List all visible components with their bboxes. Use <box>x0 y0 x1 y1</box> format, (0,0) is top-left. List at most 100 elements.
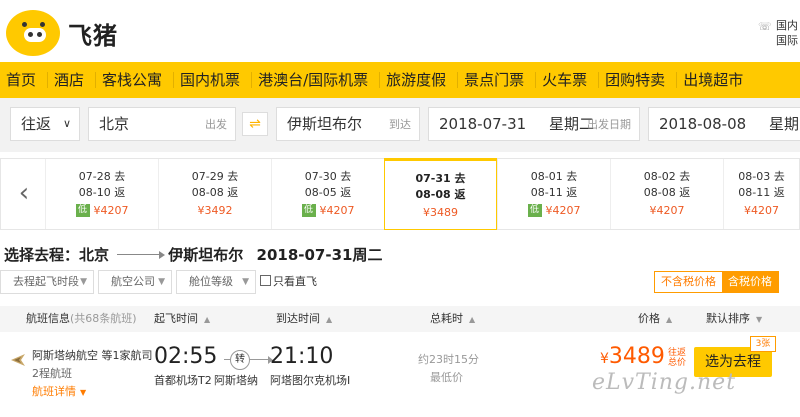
depart-hint: 出发日期 <box>587 118 631 131</box>
airline-logo-icon <box>11 354 25 366</box>
search-bar: 往返 ∨ 北京 出发 ⇌ 伊斯坦布尔 到达 2018-07-31 星期二 出发日… <box>0 98 800 152</box>
include-tax-button[interactable]: 含税价格 <box>722 272 778 292</box>
checkbox-icon <box>260 275 271 286</box>
go-date: 08-01 去 <box>530 170 578 183</box>
date-price: ¥4207 <box>744 204 779 217</box>
date-option[interactable]: 07-28 去 08-10 返 低 ¥4207 <box>45 159 158 229</box>
nav-vacation[interactable]: 旅游度假 <box>379 62 458 98</box>
direct-only-checkbox[interactable]: 只看直飞 <box>260 275 317 289</box>
return-weekday: 星期三 <box>768 115 800 133</box>
flight-duration: 约23时15分 <box>418 353 479 366</box>
chevron-down-icon: ▼ <box>80 277 87 287</box>
route-to: 伊斯坦布尔 <box>168 246 244 264</box>
col-duration-sort[interactable]: 总耗时 ▲ <box>430 306 475 333</box>
nav-inn[interactable]: 客栈公寓 <box>95 62 174 98</box>
arrive-time: 21:10 <box>270 344 334 369</box>
go-date: 07-29 去 <box>191 170 239 183</box>
from-city-input[interactable]: 北京 出发 <box>88 107 236 141</box>
low-price-badge: 低 <box>75 204 90 217</box>
flight-details-link[interactable]: 航班详情 ▼ <box>32 383 86 399</box>
nav-international-flights[interactable]: 港澳台/国际机票 <box>251 62 380 98</box>
return-date: 08-08 返 <box>415 188 466 201</box>
route-date: 2018-07-31周二 <box>256 246 383 264</box>
go-date: 07-31 去 <box>415 172 466 185</box>
date-option[interactable]: 08-01 去 08-11 返 低 ¥4207 <box>497 159 610 229</box>
date-price: ¥3492 <box>197 204 233 217</box>
col-price-label: 价格 <box>638 312 660 325</box>
col-price-sort[interactable]: 价格 ▲ <box>638 306 672 333</box>
col-depart-sort[interactable]: 起飞时间 ▲ <box>154 306 210 333</box>
trip-type-value: 往返 <box>21 115 52 133</box>
flight-segments: 2程航班 <box>32 367 72 380</box>
hotline[interactable]: ☏ 国内 国际 <box>758 18 800 48</box>
date-option[interactable]: 08-02 去 08-08 返 ¥4207 <box>610 159 723 229</box>
swap-cities-icon[interactable]: ⇌ <box>242 112 268 136</box>
pig-logo-icon <box>6 10 60 56</box>
col-arrive-sort[interactable]: 到达时间 ▲ <box>276 306 332 333</box>
seats-left-badge: 3张 <box>750 336 776 352</box>
to-hint: 到达 <box>389 118 411 131</box>
chevron-left-icon[interactable]: ‹ <box>9 173 39 213</box>
sort-icon: ▼ <box>756 315 763 324</box>
chevron-down-icon: ▼ <box>80 388 87 397</box>
return-date: 08-05 返 <box>304 186 352 199</box>
cabin-filter[interactable]: 舱位等级 ▼ <box>176 270 256 294</box>
direct-only-label: 只看直飞 <box>273 275 317 288</box>
sort-icon: ▲ <box>204 315 211 324</box>
depart-date-input[interactable]: 2018-07-31 星期二 出发日期 <box>428 107 640 141</box>
date-option[interactable]: 07-29 去 08-08 返 ¥3492 <box>158 159 271 229</box>
transfer-indicator: 转 <box>224 350 273 370</box>
nav-outbound-market[interactable]: 出境超市 <box>676 62 755 98</box>
default-sort[interactable]: 默认排序 ▼ <box>706 306 762 333</box>
phone-icon: ☏ <box>758 20 772 33</box>
sort-icon: ▲ <box>469 315 476 324</box>
cabin-filter-label: 舱位等级 <box>189 275 233 288</box>
hotline-international: 国际 <box>776 34 798 47</box>
round-trip-total-note: 往返总价 <box>668 348 687 368</box>
nav-domestic-flights[interactable]: 国内机票 <box>173 62 252 98</box>
return-date: 08-08 返 <box>191 186 239 199</box>
currency-symbol: ¥ <box>600 351 609 367</box>
chevron-down-icon: ▼ <box>242 277 249 287</box>
low-price-badge: 低 <box>301 204 316 217</box>
route-from: 北京 <box>79 246 110 264</box>
date-price: ¥4207 <box>545 204 581 217</box>
date-price: ¥4207 <box>319 204 355 217</box>
date-option[interactable]: 08-03 去 08-11 返 ¥4207 <box>723 159 799 229</box>
from-hint: 出发 <box>205 118 227 131</box>
nav-tickets[interactable]: 景点门票 <box>457 62 536 98</box>
nav-hotel[interactable]: 酒店 <box>47 62 96 98</box>
go-date: 07-30 去 <box>304 170 352 183</box>
col-flight-info: 航班信息(共68条航班) <box>26 306 137 332</box>
results-header: 航班信息(共68条航班) 起飞时间 ▲ 到达时间 ▲ 总耗时 ▲ 价格 ▲ 默认排序 ▼ <box>0 306 800 332</box>
sort-icon: ▲ <box>666 315 673 324</box>
date-option[interactable]: 07-30 去 08-05 返 低 ¥4207 <box>271 159 384 229</box>
date-option-selected[interactable]: 07-31 去 08-08 返 ¥3489 <box>384 158 497 230</box>
return-date-input[interactable]: 2018-08-08 星期三 <box>648 107 800 141</box>
go-date: 07-28 去 <box>78 170 126 183</box>
depart-time: 02:55 <box>154 344 218 369</box>
airline-name: 阿斯塔纳航空 等1家航司 <box>32 349 153 362</box>
nav-deals[interactable]: 团购特卖 <box>598 62 677 98</box>
airline-filter-label: 航空公司 <box>111 275 155 288</box>
nav-home[interactable]: 首页 <box>0 62 48 98</box>
from-city-value: 北京 <box>99 115 130 133</box>
price-value: 3489 <box>608 344 665 369</box>
trip-type-select[interactable]: 往返 ∨ <box>10 107 80 141</box>
nav-train[interactable]: 火车票 <box>535 62 599 98</box>
to-city-value: 伊斯坦布尔 <box>287 115 363 133</box>
col-duration-label: 总耗时 <box>430 312 463 325</box>
date-price: ¥3489 <box>423 206 458 219</box>
lowest-price-tag: 最低价 <box>430 371 463 384</box>
return-date: 08-11 返 <box>738 186 785 199</box>
tax-toggle: 不含税价格 含税价格 <box>654 271 779 293</box>
date-strip: ‹ 07-28 去 08-10 返 低 ¥4207 07-29 去 08-08 返… <box>0 158 800 230</box>
exclude-tax-button[interactable]: 不含税价格 <box>655 272 722 292</box>
flight-count: (共68条航班) <box>70 312 137 325</box>
airline-filter[interactable]: 航空公司 ▼ <box>98 270 172 294</box>
fliggy-logo[interactable]: 飞猪 <box>6 10 118 56</box>
depart-airport: 首都机场T2 <box>154 374 212 387</box>
to-city-input[interactable]: 伊斯坦布尔 到达 <box>276 107 420 141</box>
depart-time-filter[interactable]: 去程起飞时段 ▼ <box>0 270 94 294</box>
brand-name: 飞猪 <box>68 21 118 50</box>
